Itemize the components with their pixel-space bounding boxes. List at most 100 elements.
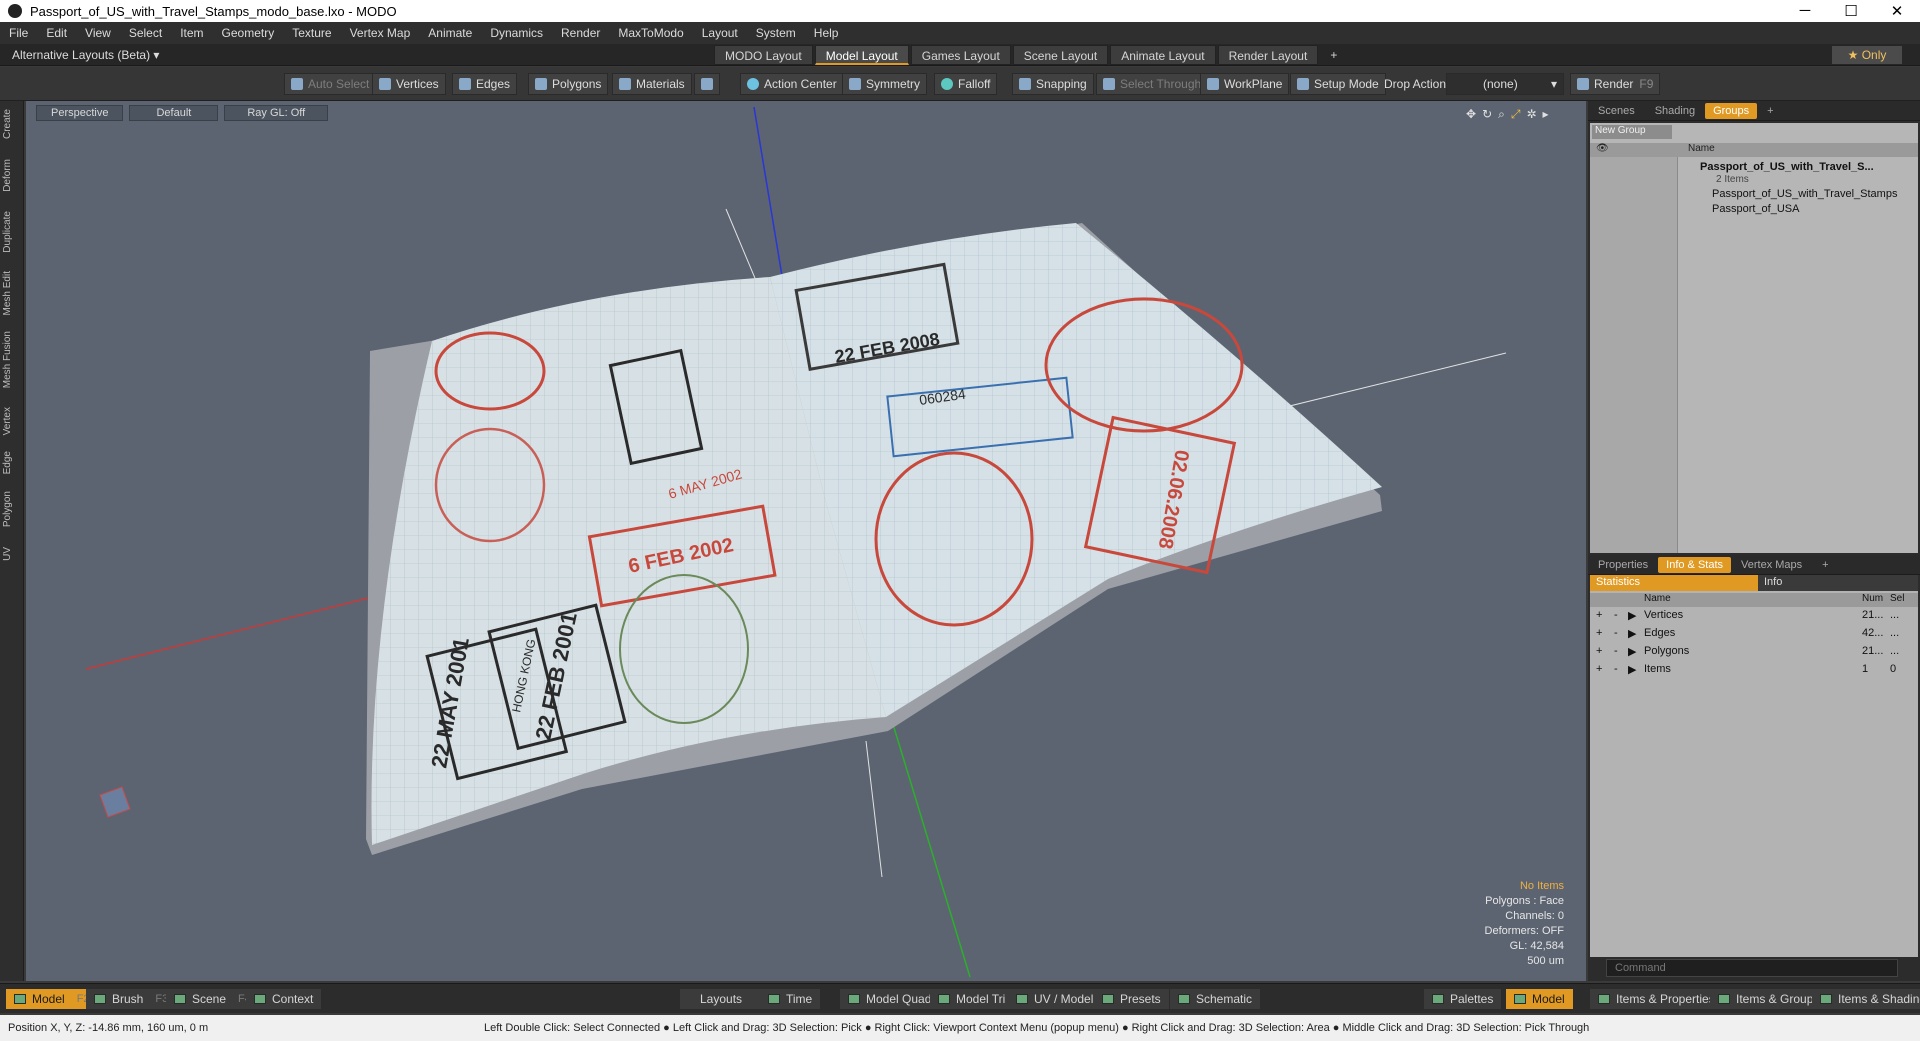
viewport-expand-icon[interactable]: ▸ xyxy=(1543,107,1549,122)
tab-scenes[interactable]: Scenes xyxy=(1588,105,1645,117)
add-tab-button[interactable]: + xyxy=(1812,559,1838,571)
maximize-button[interactable]: ☐ xyxy=(1828,2,1874,20)
workplane-button[interactable]: WorkPlane xyxy=(1200,73,1290,95)
schematic-button[interactable]: Schematic xyxy=(1170,989,1261,1009)
palettes-button[interactable]: Palettes xyxy=(1424,989,1502,1009)
menu-dynamics[interactable]: Dynamics xyxy=(481,26,552,40)
menu-geometry[interactable]: Geometry xyxy=(213,26,284,40)
tab-games-layout[interactable]: Games Layout xyxy=(910,45,1011,65)
select-through-button[interactable]: Select Through xyxy=(1096,73,1209,95)
render-button[interactable]: Render F9 xyxy=(1570,73,1661,95)
stats-row[interactable]: + - ▶ Polygons 21... ... xyxy=(1590,645,1918,663)
edges-button[interactable]: Edges xyxy=(452,73,518,95)
menu-vertex-map[interactable]: Vertex Map xyxy=(341,26,420,40)
vertices-button[interactable]: Vertices xyxy=(372,73,446,95)
items-shading-button[interactable]: Items & Shading xyxy=(1812,989,1920,1009)
tab-info-stats[interactable]: Info & Stats xyxy=(1658,556,1732,573)
items-properties-button[interactable]: Items & Properties xyxy=(1590,989,1723,1009)
tab-animate-layout[interactable]: Animate Layout xyxy=(1110,45,1216,65)
zoom-view-icon[interactable]: ⌕ xyxy=(1498,107,1505,122)
shading-dropdown[interactable]: Default xyxy=(129,105,219,121)
3d-viewport[interactable]: 22 MAY 2001 22 FEB 2001 HONG KONG 6 FEB … xyxy=(26,101,1586,981)
auto-select-button[interactable]: Auto Select xyxy=(284,73,377,95)
model-quad-button[interactable]: Model Quad xyxy=(840,989,940,1009)
stats-row[interactable]: + - ▶ Edges 42... ... xyxy=(1590,627,1918,645)
tab-model-layout[interactable]: Model Layout xyxy=(814,45,909,65)
menu-animate[interactable]: Animate xyxy=(419,26,481,40)
expand-arrow-icon[interactable]: ▶ xyxy=(1628,645,1636,658)
menu-layout[interactable]: Layout xyxy=(693,26,747,40)
tab-edge[interactable]: Edge xyxy=(2,451,22,474)
setup-mode-button[interactable]: Setup Mode xyxy=(1290,73,1386,95)
items-groups-button[interactable]: Items & Groups xyxy=(1710,989,1828,1009)
uv-model-button[interactable]: UV / Model xyxy=(1008,989,1102,1009)
tab-duplicate[interactable]: Duplicate xyxy=(2,211,22,253)
tab-vertex[interactable]: Vertex xyxy=(2,407,22,435)
snapping-button[interactable]: Snapping xyxy=(1012,73,1094,95)
scene-mode-button[interactable]: Scene F4 xyxy=(166,989,259,1009)
tab-properties[interactable]: Properties xyxy=(1588,559,1658,571)
tab-deform[interactable]: Deform xyxy=(2,159,22,192)
tab-shading[interactable]: Shading xyxy=(1645,105,1705,117)
stats-row[interactable]: + - ▶ Items 1 0 xyxy=(1590,663,1918,681)
menu-help[interactable]: Help xyxy=(805,26,848,40)
menu-select[interactable]: Select xyxy=(120,26,171,40)
fit-view-icon[interactable]: ⤢ xyxy=(1511,107,1521,122)
add-layout-button[interactable]: + xyxy=(1320,45,1347,65)
menu-maxtomodo[interactable]: MaxToModo xyxy=(609,26,692,40)
model-layout-button[interactable]: Model xyxy=(1506,989,1573,1009)
menu-render[interactable]: Render xyxy=(552,26,609,40)
polygons-button[interactable]: Polygons xyxy=(528,73,609,95)
menu-item[interactable]: Item xyxy=(171,26,212,40)
selection-sets-button[interactable] xyxy=(694,73,720,95)
tab-mesh-fusion[interactable]: Mesh Fusion xyxy=(2,331,22,388)
expand-arrow-icon[interactable]: ▶ xyxy=(1628,663,1636,676)
menu-file[interactable]: File xyxy=(0,26,37,40)
tab-modo-layout[interactable]: MODO Layout xyxy=(714,45,813,65)
close-button[interactable]: ✕ xyxy=(1874,2,1920,20)
visibility-eye-icon[interactable]: 👁 xyxy=(1596,143,1609,154)
tab-polygon[interactable]: Polygon xyxy=(2,491,22,527)
menu-texture[interactable]: Texture xyxy=(283,26,340,40)
tab-vertex-maps[interactable]: Vertex Maps xyxy=(1731,559,1812,571)
tab-create[interactable]: Create xyxy=(2,109,22,139)
tab-statistics[interactable]: Statistics xyxy=(1590,575,1758,591)
viewport-settings-icon[interactable]: ✲ xyxy=(1526,107,1536,122)
group-item-root[interactable]: Passport_of_US_with_Travel_S... xyxy=(1700,161,1874,173)
model-tri-button[interactable]: Model Tri xyxy=(930,989,1014,1009)
menu-view[interactable]: View xyxy=(76,26,120,40)
layouts-button[interactable]: Layouts xyxy=(680,989,763,1009)
view-perspective-dropdown[interactable]: Perspective xyxy=(36,105,124,121)
raygl-toggle[interactable]: Ray GL: Off xyxy=(224,105,329,121)
rotate-view-icon[interactable]: ↻ xyxy=(1482,107,1492,122)
stats-row[interactable]: + - ▶ Vertices 21... ... xyxy=(1590,609,1918,627)
action-center-button[interactable]: Action Center xyxy=(740,73,844,95)
expand-arrow-icon[interactable]: ▶ xyxy=(1628,627,1636,640)
minimize-button[interactable]: ─ xyxy=(1782,2,1828,20)
tab-mesh-edit[interactable]: Mesh Edit xyxy=(2,271,22,315)
tab-info[interactable]: Info xyxy=(1758,575,1788,591)
context-button[interactable]: Context xyxy=(246,989,322,1009)
time-button[interactable]: Time xyxy=(760,989,821,1009)
symmetry-button[interactable]: Symmetry xyxy=(842,73,927,95)
move-view-icon[interactable]: ✥ xyxy=(1466,107,1476,122)
materials-button[interactable]: Materials xyxy=(612,73,692,95)
falloff-button[interactable]: Falloff xyxy=(934,73,998,95)
menu-system[interactable]: System xyxy=(747,26,805,40)
add-tab-button[interactable]: + xyxy=(1757,105,1783,117)
new-group-button[interactable]: New Group xyxy=(1592,125,1672,139)
drop-action-select[interactable]: (none) ▾ xyxy=(1446,73,1564,95)
model-mode-button[interactable]: Model F2 xyxy=(6,989,98,1009)
brush-mode-button[interactable]: Brush F3 xyxy=(86,989,177,1009)
alternative-layouts-dropdown[interactable]: Alternative Layouts (Beta) ▾ xyxy=(12,48,159,62)
group-item-passport[interactable]: Passport_of_USA xyxy=(1712,203,1799,215)
menu-edit[interactable]: Edit xyxy=(37,26,76,40)
only-toggle[interactable]: ★ Only xyxy=(1832,46,1902,64)
tab-uv[interactable]: UV xyxy=(2,547,22,561)
expand-arrow-icon[interactable]: ▶ xyxy=(1628,609,1636,622)
tab-scene-layout[interactable]: Scene Layout xyxy=(1012,45,1109,65)
tab-groups[interactable]: Groups xyxy=(1705,102,1758,119)
presets-button[interactable]: Presets xyxy=(1094,989,1169,1009)
command-input[interactable]: Command xyxy=(1606,959,1898,977)
group-item-mesh[interactable]: Passport_of_US_with_Travel_Stamps xyxy=(1712,188,1897,200)
